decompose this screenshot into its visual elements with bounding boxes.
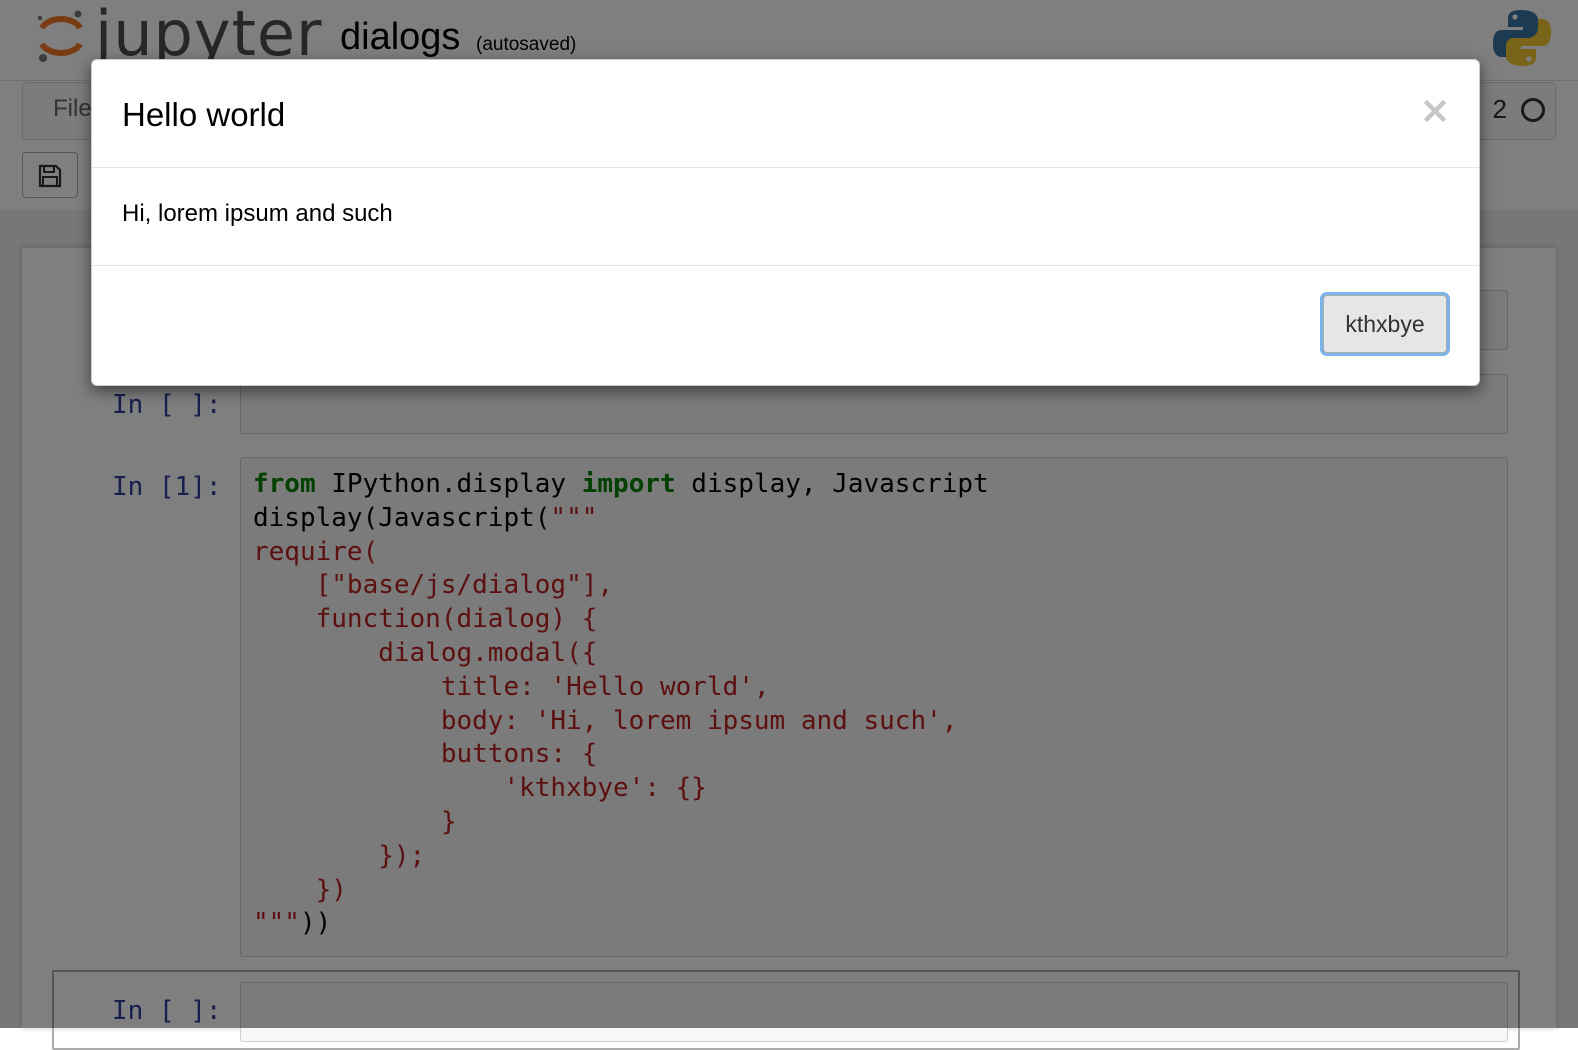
kthxbye-button[interactable]: kthxbye (1323, 295, 1447, 353)
modal-body-text: Hi, lorem ipsum and such (122, 200, 393, 227)
modal-header: Hello world × (92, 60, 1479, 168)
modal-body: Hi, lorem ipsum and such (92, 168, 1479, 266)
close-icon[interactable]: × (1419, 90, 1451, 130)
modal-dialog: Hello world × Hi, lorem ipsum and such k… (91, 59, 1480, 386)
modal-title: Hello world (122, 96, 286, 133)
